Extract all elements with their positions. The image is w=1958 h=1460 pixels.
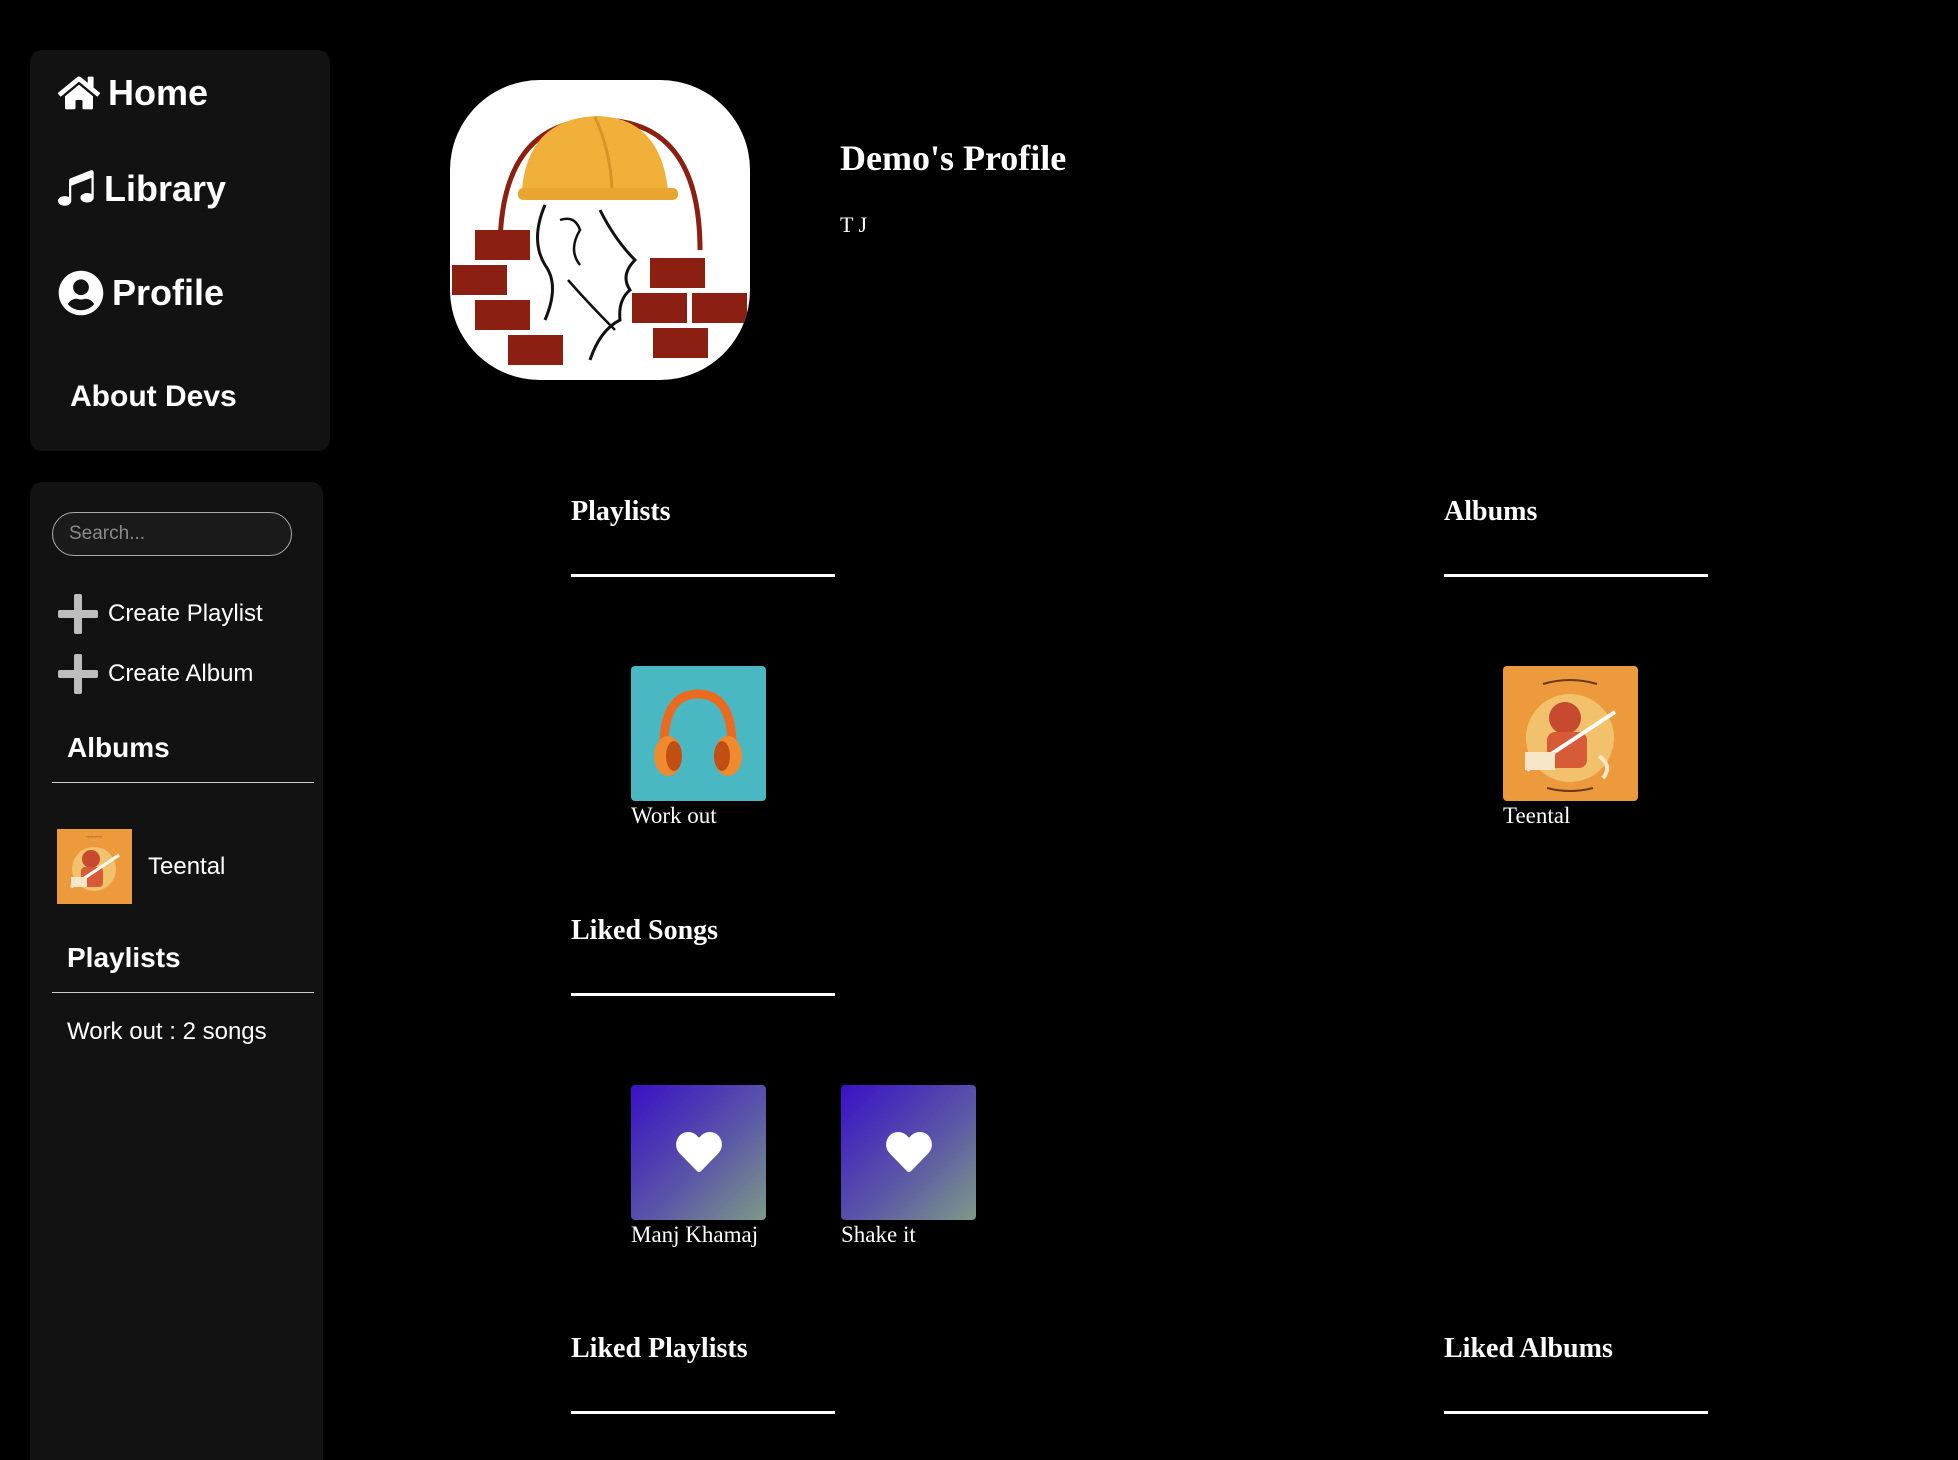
user-circle-icon: [58, 270, 104, 316]
library-playlists-heading: Playlists: [67, 942, 181, 973]
liked-song-cover: [631, 1085, 766, 1220]
search-input[interactable]: [52, 512, 292, 556]
playlist-card-name: Work out: [631, 803, 717, 828]
profile-subtitle: T J: [840, 212, 868, 237]
liked-song-card[interactable]: Manj Khamaj: [631, 1085, 776, 1248]
album-cover: [1503, 666, 1638, 801]
create-playlist-button[interactable]: Create Playlist: [58, 594, 263, 634]
heart-icon: [885, 1131, 932, 1172]
liked-albums-section-title: Liked Albums: [1444, 1333, 1613, 1364]
headphones-icon: [631, 666, 766, 801]
playlists-section-title: Playlists: [571, 496, 671, 527]
divider: [52, 992, 314, 993]
library-album-item[interactable]: ~~~~~ Teental: [57, 829, 225, 904]
album-card-name: Teental: [1503, 803, 1571, 828]
nav-about-devs[interactable]: About Devs: [70, 380, 237, 414]
library-panel: Create Playlist Create Album Albums ~~~~…: [30, 482, 323, 1460]
album-cover-thumb: ~~~~~: [57, 829, 132, 904]
home-icon: [58, 76, 100, 110]
album-card[interactable]: Teental: [1503, 666, 1648, 829]
divider: [1444, 574, 1708, 577]
nav-profile[interactable]: Profile: [58, 270, 224, 316]
nav-library-label: Library: [104, 168, 227, 209]
liked-songs-section-title: Liked Songs: [571, 915, 719, 946]
library-albums-heading: Albums: [67, 732, 170, 763]
divider: [1444, 1411, 1708, 1414]
nav-about-label: About Devs: [70, 380, 237, 413]
music-note-icon: [58, 169, 94, 206]
svg-text:~~~~~: ~~~~~: [86, 835, 103, 841]
liked-playlists-section-title: Liked Playlists: [571, 1333, 748, 1364]
liked-song-cover: [841, 1085, 976, 1220]
heart-icon: [675, 1131, 722, 1172]
plus-icon: [58, 594, 98, 634]
divider: [571, 993, 835, 996]
album-cover-art: [1503, 666, 1638, 801]
plus-icon: [58, 654, 98, 694]
nav-home-label: Home: [108, 72, 209, 113]
create-album-label: Create Album: [108, 660, 254, 687]
liked-song-name: Manj Khamaj: [631, 1222, 759, 1247]
liked-song-name: Shake it: [841, 1222, 916, 1247]
nav-panel: Home Library Profile About Devs: [30, 50, 330, 451]
library-playlist-item[interactable]: Work out : 2 songs: [67, 1018, 267, 1046]
create-playlist-label: Create Playlist: [108, 600, 263, 627]
divider: [571, 1411, 835, 1414]
profile-avatar: [450, 80, 750, 380]
profile-title: Demo's Profile: [840, 138, 1067, 178]
playlist-cover: [631, 666, 766, 801]
nav-profile-label: Profile: [112, 272, 225, 313]
playlist-card[interactable]: Work out: [631, 666, 776, 829]
create-album-button[interactable]: Create Album: [58, 654, 253, 694]
divider: [52, 782, 314, 783]
nav-library[interactable]: Library: [58, 168, 226, 210]
divider: [571, 574, 835, 577]
avatar-image: [452, 116, 747, 365]
albums-section-title: Albums: [1444, 496, 1538, 527]
library-album-name: Teental: [148, 852, 226, 880]
nav-home[interactable]: Home: [58, 72, 208, 114]
liked-song-card[interactable]: Shake it: [841, 1085, 986, 1248]
